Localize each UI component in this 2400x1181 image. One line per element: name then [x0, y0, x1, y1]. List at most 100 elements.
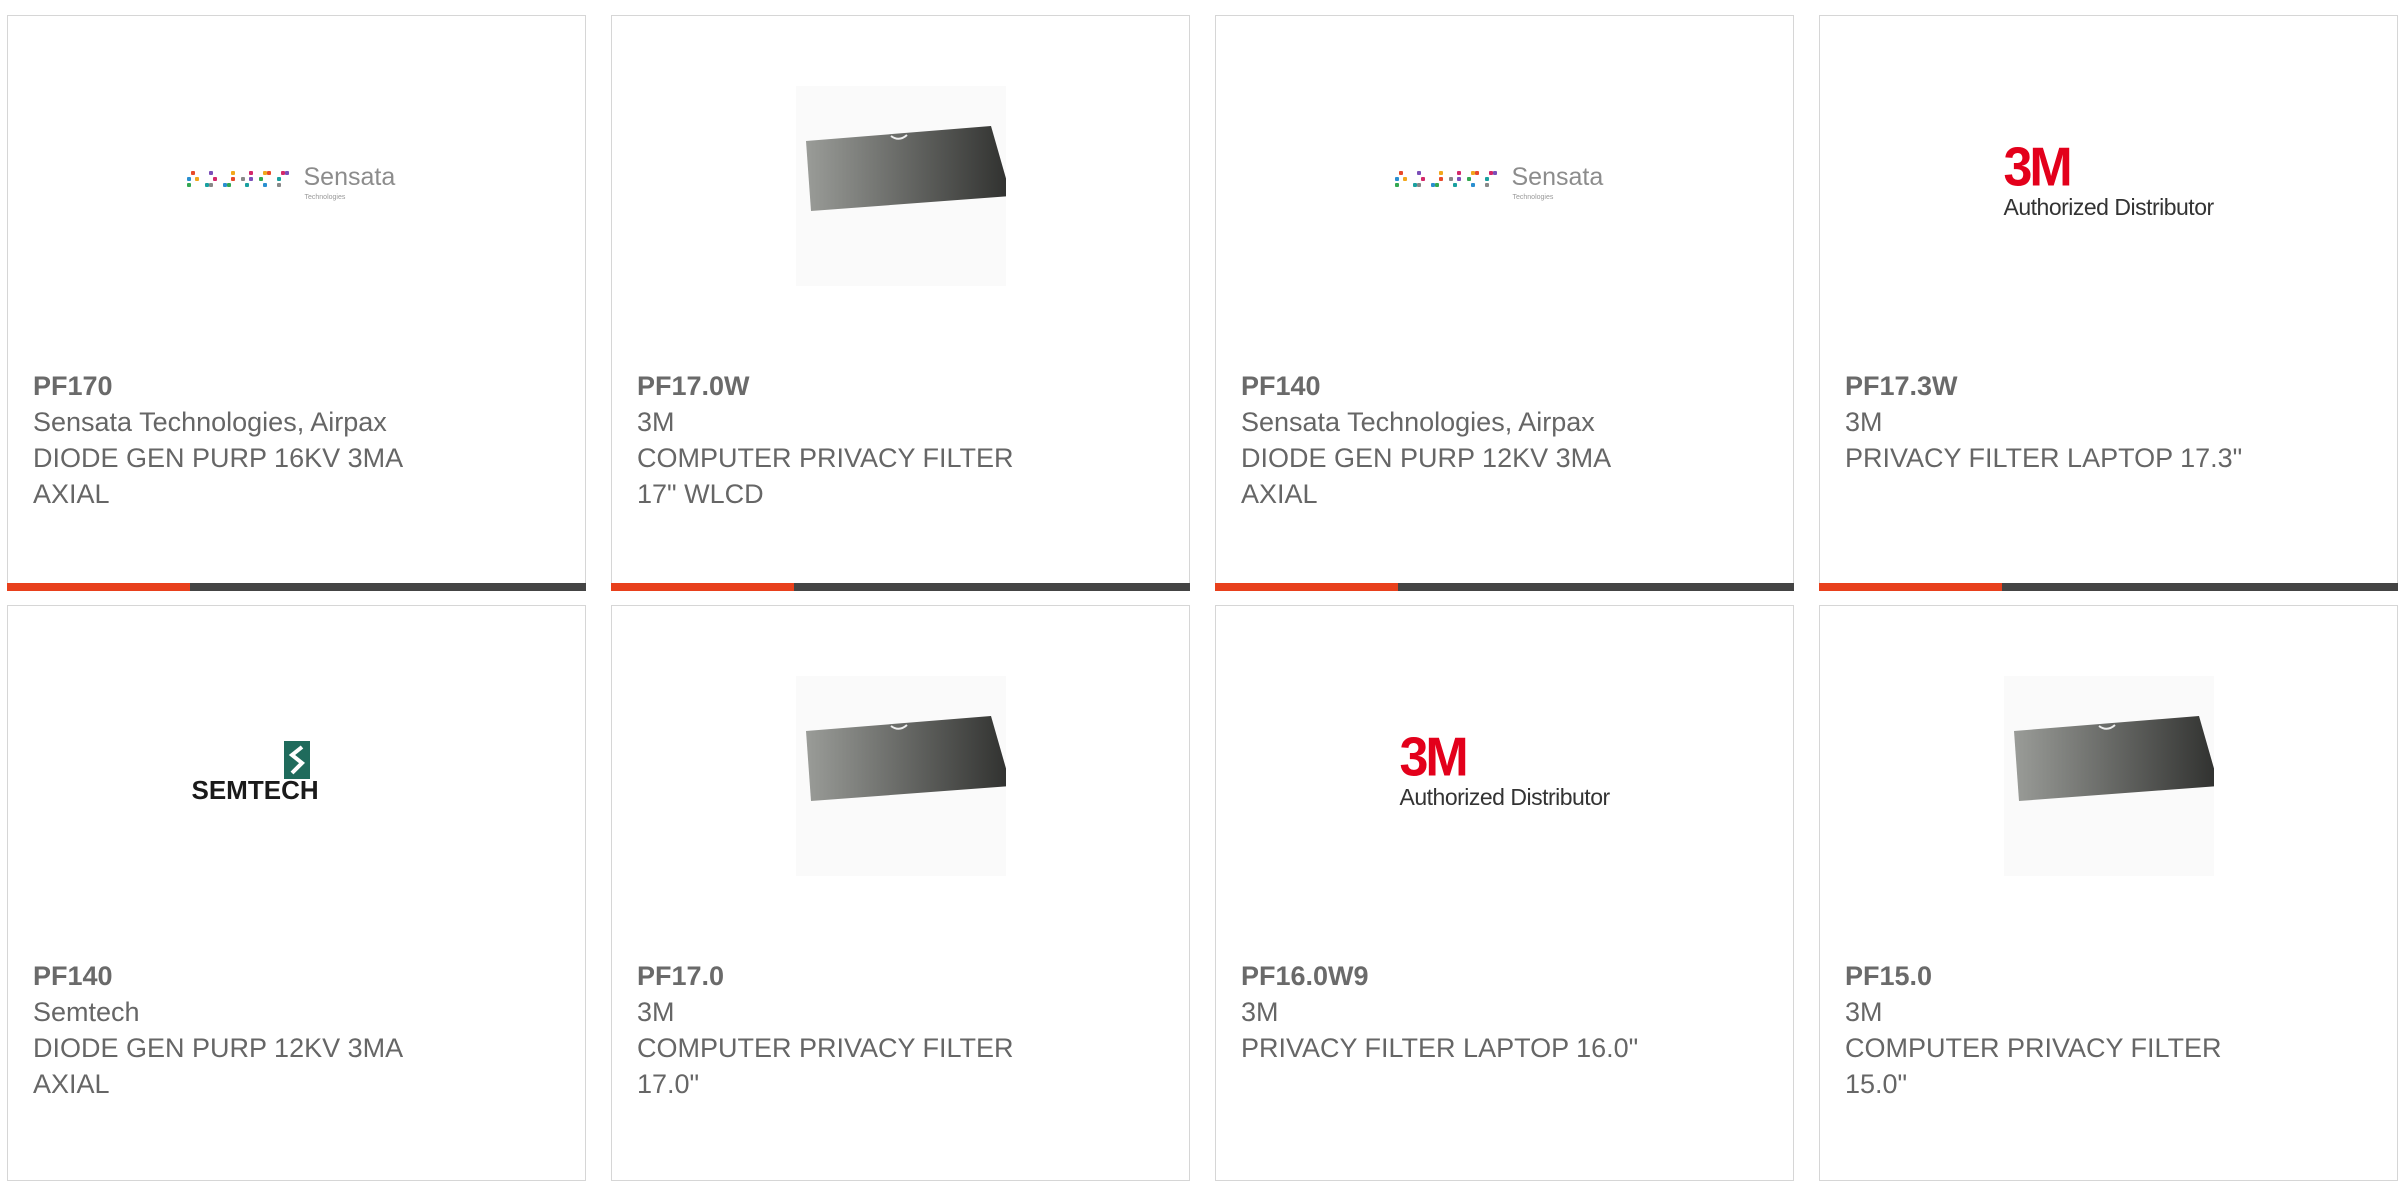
part-number[interactable]: PF140 [33, 958, 560, 994]
sensata-dot [276, 177, 281, 181]
sensata-dot [1412, 183, 1417, 187]
accent-bar [1215, 583, 1398, 591]
3m-logo: 3M Authorized Distributor [1399, 727, 1611, 810]
card-bottom-bar [611, 583, 1190, 591]
description: DIODE GEN PURP 12KV 3MA AXIAL [33, 1033, 402, 1099]
sensata-dot [1416, 183, 1421, 187]
sensata-dot [1434, 183, 1439, 187]
product-card[interactable]: SEMTECH PF140 Semtech DIODE GEN PURP 12K… [7, 605, 586, 1181]
manufacturer: 3M [1241, 997, 1279, 1027]
sensata-dot [1430, 183, 1435, 187]
part-number[interactable]: PF16.0W9 [1241, 958, 1768, 994]
manufacturer: Sensata Technologies, Airpax [1241, 407, 1595, 437]
description: COMPUTER PRIVACY FILTER 17" WLCD [637, 443, 1014, 509]
sensata-dot [1456, 177, 1461, 181]
privacy-filter-image [795, 86, 1006, 286]
product-info: PF15.0 3M COMPUTER PRIVACY FILTER 15.0" [1845, 958, 2372, 1102]
sensata-dot [1394, 177, 1399, 181]
product-image-area: 3M Authorized Distributor [1820, 16, 2397, 356]
accent-bar [1819, 583, 2002, 591]
product-info: PF17.3W 3M PRIVACY FILTER LAPTOP 17.3" [1845, 368, 2372, 476]
sensata-dot [208, 183, 213, 187]
product-card[interactable]: Sensata Technologies PF170 Sensata Techn… [7, 15, 586, 591]
product-info: PF170 Sensata Technologies, Airpax DIODE… [33, 368, 560, 512]
product-card[interactable]: PF17.0 3M COMPUTER PRIVACY FILTER 17.0" [611, 605, 1190, 1181]
card-bottom-bar [1819, 583, 2398, 591]
product-card[interactable]: 3M Authorized Distributor PF16.0W9 3M PR… [1215, 605, 1794, 1181]
sensata-dot [258, 177, 263, 181]
privacy-filter-image [795, 676, 1006, 876]
sensata-dots [186, 169, 297, 193]
product-info: PF17.0W 3M COMPUTER PRIVACY FILTER 17" W… [637, 368, 1164, 512]
sensata-dot [262, 171, 267, 175]
sensata-logo: Sensata Technologies [186, 161, 407, 211]
sensata-logo: Sensata Technologies [1394, 161, 1615, 211]
sensata-dot [186, 177, 191, 181]
accent-bar [611, 583, 794, 591]
sensata-dot [280, 171, 285, 175]
part-number[interactable]: PF15.0 [1845, 958, 2372, 994]
description: PRIVACY FILTER LAPTOP 17.3" [1845, 443, 2243, 473]
sensata-dot [1452, 183, 1457, 187]
sensata-dot [208, 171, 213, 175]
description: COMPUTER PRIVACY FILTER 15.0" [1845, 1033, 2222, 1099]
product-card[interactable]: Sensata Technologies PF140 Sensata Techn… [1215, 15, 1794, 591]
sensata-dot [186, 183, 191, 187]
sensata-dot [240, 177, 245, 181]
sensata-dot [1484, 183, 1489, 187]
sensata-dot [1470, 183, 1475, 187]
product-image-area: SEMTECH [8, 606, 585, 946]
sensata-dot [230, 171, 235, 175]
product-info: PF17.0 3M COMPUTER PRIVACY FILTER 17.0" [637, 958, 1164, 1102]
sensata-dot [1484, 177, 1489, 181]
product-info: PF16.0W9 3M PRIVACY FILTER LAPTOP 16.0" [1241, 958, 1768, 1066]
part-number[interactable]: PF17.0W [637, 368, 1164, 404]
description: DIODE GEN PURP 12KV 3MA AXIAL [1241, 443, 1610, 509]
sensata-dot [1474, 171, 1479, 175]
sensata-dot [262, 183, 267, 187]
manufacturer: 3M [1845, 407, 1883, 437]
description: DIODE GEN PURP 16KV 3MA AXIAL [33, 443, 402, 509]
product-info: PF140 Sensata Technologies, Airpax DIODE… [1241, 368, 1768, 512]
sensata-dot [1438, 171, 1443, 175]
product-info: PF140 Semtech DIODE GEN PURP 12KV 3MA AX… [33, 958, 560, 1102]
manufacturer: 3M [637, 997, 675, 1027]
part-number[interactable]: PF140 [1241, 368, 1768, 404]
sensata-dot [1488, 171, 1493, 175]
sensata-dots [1394, 169, 1505, 193]
part-number[interactable]: PF17.3W [1845, 368, 2372, 404]
product-grid: Sensata Technologies PF170 Sensata Techn… [0, 0, 2400, 1181]
sensata-dot [222, 183, 227, 187]
sensata-dot [1394, 183, 1399, 187]
part-number[interactable]: PF170 [33, 368, 560, 404]
product-card[interactable]: PF15.0 3M COMPUTER PRIVACY FILTER 15.0" [1819, 605, 2398, 1181]
product-image-area [612, 606, 1189, 946]
sensata-dot [226, 183, 231, 187]
card-bottom-bar [7, 583, 586, 591]
product-card[interactable]: PF17.0W 3M COMPUTER PRIVACY FILTER 17" W… [611, 15, 1190, 591]
3m-logo: 3M Authorized Distributor [2003, 137, 2215, 220]
semtech-mark-icon [283, 741, 310, 779]
card-bottom-bar [1215, 583, 1794, 591]
accent-bar [7, 583, 190, 591]
manufacturer: Semtech [33, 997, 140, 1027]
part-number[interactable]: PF17.0 [637, 958, 1164, 994]
sensata-dot [1398, 171, 1403, 175]
product-image-area [612, 16, 1189, 356]
product-image-area: Sensata Technologies [1216, 16, 1793, 356]
sensata-dot [190, 171, 195, 175]
sensata-dot [266, 171, 271, 175]
sensata-dot [248, 171, 253, 175]
sensata-dot [230, 177, 235, 181]
product-image-area: 3M Authorized Distributor [1216, 606, 1793, 946]
product-card[interactable]: 3M Authorized Distributor PF17.3W 3M PRI… [1819, 15, 2398, 591]
sensata-dot [194, 177, 199, 181]
manufacturer: 3M [637, 407, 675, 437]
sensata-dot [1416, 171, 1421, 175]
sensata-dot [1438, 177, 1443, 181]
privacy-filter-image [2003, 676, 2214, 876]
manufacturer: 3M [1845, 997, 1883, 1027]
sensata-dot [244, 183, 249, 187]
product-image-area [1820, 606, 2397, 946]
sensata-dot [212, 177, 217, 181]
